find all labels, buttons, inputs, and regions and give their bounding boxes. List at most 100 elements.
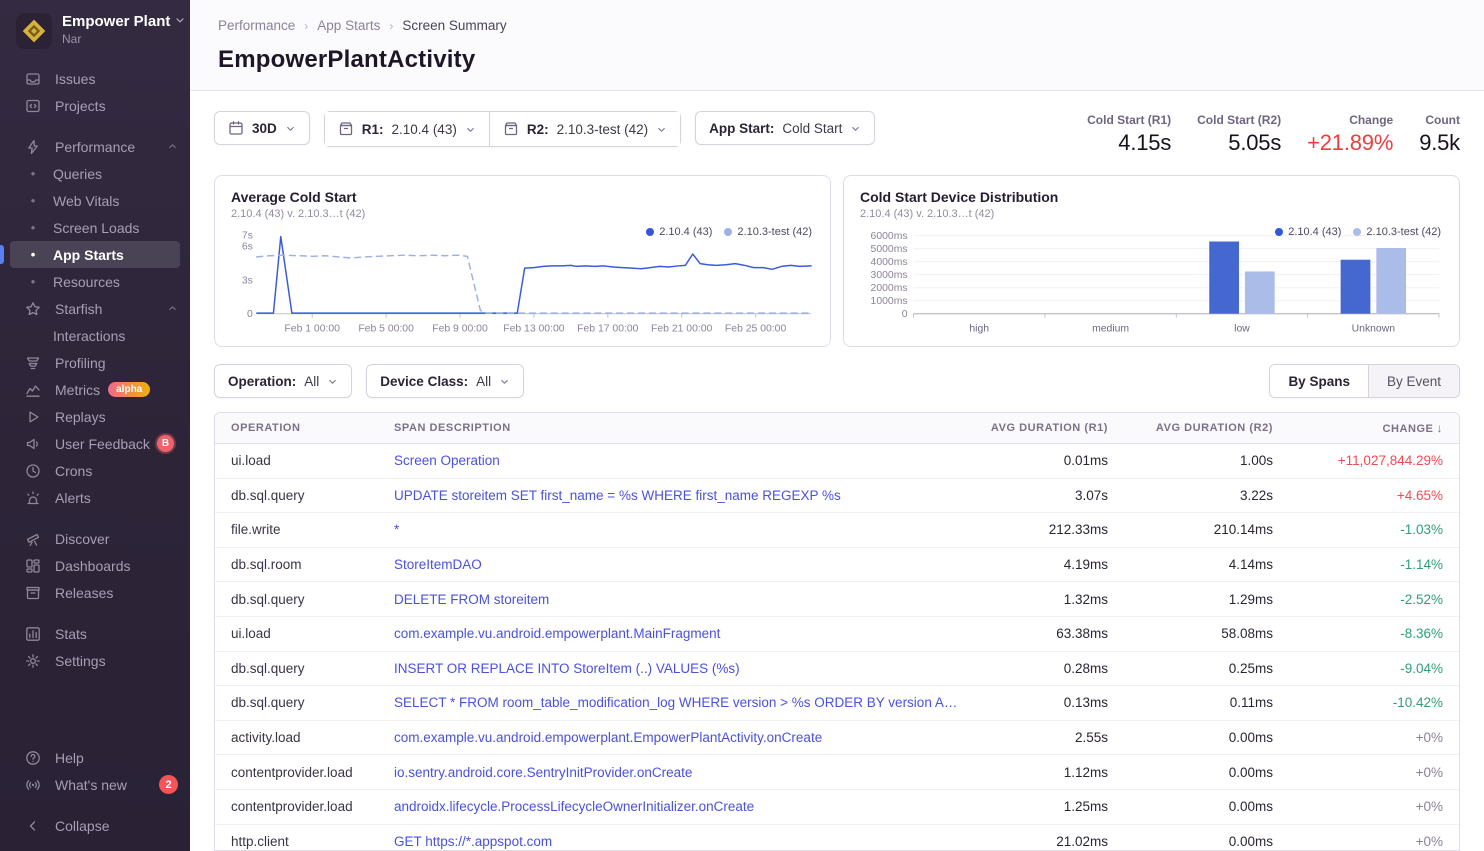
profiling-icon (25, 355, 41, 371)
table-row: http.clientGET https://*.appspot.com21.0… (215, 825, 1459, 851)
svg-text:medium: medium (1092, 324, 1129, 335)
legend-item: 2.10.4 (43) (1275, 226, 1341, 238)
span-description-link[interactable]: androidx.lifecycle.ProcessLifecycleOwner… (378, 799, 974, 814)
span-description-link[interactable]: com.example.vu.android.empowerplant.Empo… (378, 730, 974, 745)
whats-new-icon (25, 777, 41, 793)
org-switcher[interactable]: Empower Plant Nar (0, 0, 190, 65)
cell-operation: db.sql.query (215, 592, 378, 607)
legend-label: 2.10.3-test (42) (1366, 226, 1441, 238)
sidebar-item-projects[interactable]: Projects (0, 92, 190, 119)
span-description-link[interactable]: DELETE FROM storeitem (378, 592, 974, 607)
org-name: Empower Plant (62, 13, 170, 31)
span-description-link[interactable]: com.example.vu.android.empowerplant.Main… (378, 626, 974, 641)
legend-item: 2.10.3-test (42) (724, 226, 812, 238)
span-description-link[interactable]: INSERT OR REPLACE INTO StoreItem (..) VA… (378, 661, 974, 676)
stat-count: Count9.5k (1419, 113, 1460, 156)
svg-text:3s: 3s (242, 275, 253, 286)
sidebar-item-crons[interactable]: Crons (0, 457, 190, 484)
sidebar-item-app-starts[interactable]: •App Starts (0, 241, 190, 268)
stat-label: Cold Start (R1) (1087, 113, 1171, 127)
svg-text:high: high (969, 324, 989, 335)
cell-change: -1.14% (1289, 557, 1459, 572)
sidebar-item-web-vitals[interactable]: •Web Vitals (0, 187, 190, 214)
sidebar-footer: HelpWhat's new2 Collapse (0, 744, 190, 851)
release1-filter[interactable]: R1:2.10.4 (43) (325, 112, 489, 146)
cell-operation: db.sql.query (215, 695, 378, 710)
performance-icon (25, 139, 41, 155)
app-start-type-filter[interactable]: App Start:Cold Start (695, 111, 875, 145)
sidebar-item-resources[interactable]: •Resources (0, 268, 190, 295)
filter-prefix: Device Class: (380, 374, 468, 389)
breadcrumb-item-app-starts[interactable]: App Starts (317, 18, 380, 33)
sidebar-item-performance[interactable]: Performance (0, 133, 190, 160)
sidebar-item-interactions[interactable]: Interactions (0, 322, 190, 349)
tab-by-spans[interactable]: By Spans (1270, 365, 1369, 397)
sidebar-item-profiling[interactable]: Profiling (0, 349, 190, 376)
cell-change: +0% (1289, 730, 1459, 745)
tab-by-event[interactable]: By Event (1369, 365, 1459, 397)
cell-avg-duration-r1: 21.02ms (974, 834, 1124, 849)
date-range-filter[interactable]: 30D (214, 111, 310, 145)
feedback-icon (25, 436, 41, 452)
device-class-filter[interactable]: Device Class:All (366, 364, 524, 398)
sidebar-item-dashboards[interactable]: Dashboards (0, 552, 190, 579)
legend-item: 2.10.4 (43) (646, 226, 712, 238)
sidebar-item-metrics[interactable]: Metricsalpha (0, 376, 190, 403)
sidebar-item-settings[interactable]: Settings (0, 647, 190, 674)
sidebar-item-issues[interactable]: Issues (0, 65, 190, 92)
column-header-avg-duration-r2[interactable]: Avg Duration (R2) (1124, 422, 1289, 434)
sidebar-item-label: Collapse (55, 818, 109, 834)
sidebar-item-stats[interactable]: Stats (0, 620, 190, 647)
settings-icon (25, 653, 41, 669)
bullet-dot-icon: • (25, 247, 41, 263)
sidebar-item-replays[interactable]: Replays (0, 403, 190, 430)
svg-text:0: 0 (247, 309, 253, 320)
span-description-link[interactable]: SELECT * FROM room_table_modification_lo… (378, 695, 974, 710)
legend-dot-icon (724, 228, 732, 236)
sidebar-item-label: Profiling (55, 355, 106, 371)
sidebar-sections: Issues Projects Performance•Queries•Web Vi… (0, 65, 190, 744)
span-description-link[interactable]: StoreItemDAO (378, 557, 974, 572)
sidebar-item-what-s-new[interactable]: What's new2 (0, 771, 190, 798)
span-description-link[interactable]: * (378, 522, 974, 537)
sidebar-item-starfish[interactable]: Starfish (0, 295, 190, 322)
sidebar-item-alerts[interactable]: Alerts (0, 484, 190, 511)
release2-filter[interactable]: R2:2.10.3-test (42) (489, 112, 680, 146)
sidebar-item-label: Settings (55, 653, 106, 669)
svg-text:Feb 9 00:00: Feb 9 00:00 (432, 324, 488, 335)
span-description-link[interactable]: io.sentry.android.core.SentryInitProvide… (378, 765, 974, 780)
starfish-icon (25, 301, 41, 317)
chevron-down-icon (327, 376, 338, 387)
sidebar-item-discover[interactable]: Discover (0, 525, 190, 552)
bullet-dot-icon: • (25, 193, 41, 209)
cell-operation: contentprovider.load (215, 799, 378, 814)
org-subtitle: Nar (62, 32, 186, 46)
table-row: ui.loadcom.example.vu.android.empowerpla… (215, 617, 1459, 652)
cell-avg-duration-r1: 1.25ms (974, 799, 1124, 814)
stat-label: Count (1419, 113, 1460, 127)
sidebar-item-label: Starfish (55, 301, 102, 317)
column-header-change[interactable]: Change↓ (1289, 421, 1459, 435)
operation-filter[interactable]: Operation:All (214, 364, 352, 398)
span-description-link[interactable]: UPDATE storeitem SET first_name = %s WHE… (378, 488, 974, 503)
sidebar-item-releases[interactable]: Releases (0, 579, 190, 606)
table-row: db.sql.queryUPDATE storeitem SET first_n… (215, 479, 1459, 514)
sidebar-item-screen-loads[interactable]: •Screen Loads (0, 214, 190, 241)
sidebar-item-label: Issues (55, 71, 95, 87)
svg-text:Feb 25 00:00: Feb 25 00:00 (725, 324, 787, 335)
sidebar-item-queries[interactable]: •Queries (0, 160, 190, 187)
column-header-avg-duration-r1[interactable]: Avg Duration (R1) (974, 422, 1124, 434)
sidebar-item-label: Dashboards (55, 558, 131, 574)
sidebar-item-label: Metrics (55, 382, 100, 398)
span-description-link[interactable]: GET https://*.appspot.com (378, 834, 974, 849)
cell-operation: db.sql.room (215, 557, 378, 572)
sidebar-item-user-feedback[interactable]: User FeedbackB (0, 430, 190, 457)
charts-row: Average Cold Start2.10.4 (43) v. 2.10.3…… (190, 156, 1484, 347)
span-description-link[interactable]: Screen Operation (378, 453, 974, 468)
breadcrumb-separator: › (389, 19, 393, 33)
page-header: Performance›App Starts›Screen Summary Em… (190, 0, 1484, 91)
stat-label: Change (1307, 113, 1393, 127)
sidebar-item-collapse[interactable]: Collapse (0, 812, 190, 839)
sidebar-item-help[interactable]: Help (0, 744, 190, 771)
breadcrumb-item-performance[interactable]: Performance (218, 18, 295, 33)
